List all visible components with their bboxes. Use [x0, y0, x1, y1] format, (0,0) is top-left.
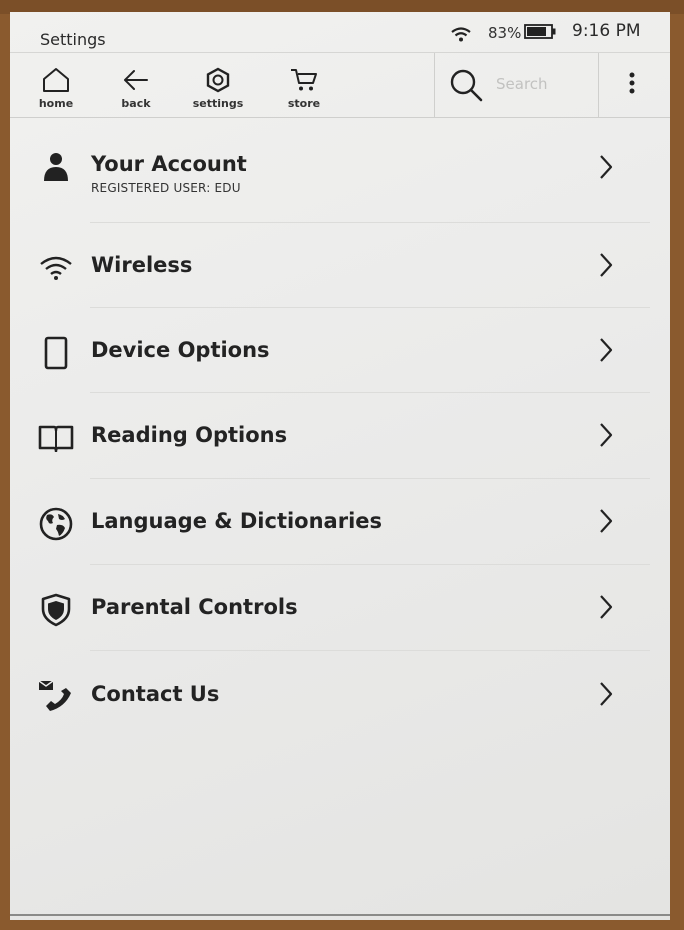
- chevron-right-icon: [600, 595, 613, 619]
- menu-item-label: Parental Controls: [91, 595, 298, 619]
- kindle-screen: Settings 83% 9:16 PM home back settings …: [10, 12, 670, 920]
- back-button[interactable]: back: [116, 53, 156, 115]
- search-input[interactable]: [496, 71, 596, 97]
- shield-icon: [38, 592, 74, 628]
- cart-icon: [291, 69, 317, 91]
- menu-item-reading-options[interactable]: Reading Options: [10, 393, 670, 479]
- chevron-right-icon: [600, 338, 613, 362]
- menu-item-sublabel: REGISTERED USER: EDU: [91, 181, 241, 195]
- chevron-right-icon: [600, 423, 613, 447]
- chevron-right-icon: [600, 509, 613, 533]
- menu-item-label: Language & Dictionaries: [91, 509, 383, 533]
- status-title: Settings: [40, 30, 106, 49]
- toolbar: home back settings store: [10, 52, 670, 118]
- globe-icon: [38, 506, 74, 542]
- store-button[interactable]: store: [282, 53, 326, 115]
- back-label: back: [121, 97, 151, 110]
- chevron-right-icon: [600, 682, 613, 706]
- menu-item-language-dictionaries[interactable]: Language & Dictionaries: [10, 479, 670, 565]
- toolbar-divider: [434, 53, 435, 117]
- home-icon: [43, 68, 69, 92]
- menu-item-contact-us[interactable]: Contact Us: [10, 652, 670, 738]
- clock: 9:16 PM: [572, 21, 641, 41]
- battery-percent: 83%: [488, 24, 522, 42]
- menu-item-label: Contact Us: [91, 682, 220, 706]
- gear-icon: [206, 67, 230, 93]
- search-icon[interactable]: [448, 67, 484, 103]
- settings-label: settings: [192, 97, 244, 110]
- screen-bottom-edge: [10, 914, 670, 916]
- menu-item-device-options[interactable]: Device Options: [10, 308, 670, 394]
- menu-item-label: Reading Options: [91, 423, 288, 447]
- device-icon: [38, 335, 74, 371]
- settings-button[interactable]: settings: [192, 53, 244, 115]
- wifi-icon: [38, 250, 74, 286]
- menu-item-parental-controls[interactable]: Parental Controls: [10, 565, 670, 651]
- menu-item-your-account[interactable]: Your Account REGISTERED USER: EDU: [10, 119, 670, 205]
- chevron-right-icon: [600, 155, 613, 179]
- more-options-icon[interactable]: [624, 69, 640, 99]
- chevron-right-icon: [600, 253, 613, 277]
- back-arrow-icon: [124, 70, 148, 90]
- home-label: home: [38, 97, 74, 110]
- row-divider: [90, 650, 650, 651]
- store-label: store: [287, 97, 321, 110]
- wifi-status-icon: [451, 27, 471, 42]
- menu-item-label: Device Options: [91, 338, 270, 362]
- status-bar: Settings 83% 9:16 PM: [10, 12, 670, 52]
- menu-item-label: Wireless: [91, 253, 193, 277]
- home-button[interactable]: home: [36, 53, 76, 115]
- battery-icon: [524, 24, 556, 39]
- contact-icon: [38, 678, 74, 714]
- open-book-icon: [38, 420, 74, 456]
- menu-item-label: Your Account: [91, 152, 247, 176]
- person-icon: [38, 149, 74, 185]
- toolbar-divider: [598, 53, 599, 117]
- menu-item-wireless[interactable]: Wireless: [10, 223, 670, 309]
